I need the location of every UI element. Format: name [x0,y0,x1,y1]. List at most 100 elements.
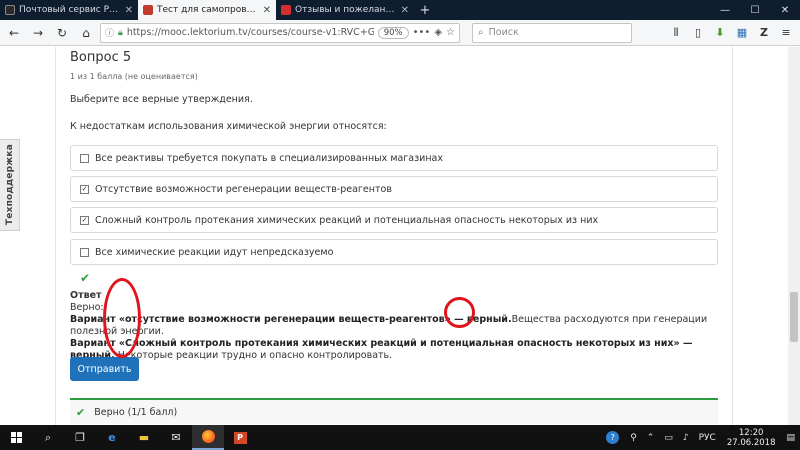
window-controls: — ☐ ✕ [710,0,800,20]
tab-label: Тест для самопроверки | 2.3. [157,5,259,15]
task-view-button[interactable]: ❐ [64,425,96,450]
forward-arrow-icon[interactable]: → [28,23,48,43]
search-input[interactable] [488,27,609,38]
page-scrollbar[interactable] [788,47,800,425]
edge-taskbar-button[interactable]: e [96,425,128,450]
choice-option[interactable]: ✓ Отсутствие возможности регенерации вещ… [70,176,718,202]
answer-variant-2-text: Некоторые реакции трудно и опасно контро… [117,350,393,361]
reload-icon[interactable]: ↻ [52,23,72,43]
correct-check-icon: ✔ [80,271,91,285]
question-instruction: Выберите все верные утверждения. [70,94,253,105]
page-actions-icon[interactable]: ••• [413,27,431,38]
minimize-button[interactable]: — [710,0,740,20]
navigation-bar: ← → ↻ ⌂ ⓘ 🔒︎ https://mooc.lektorium.tv/c… [0,20,800,46]
choice-option[interactable]: Все химические реакции идут непредсказуе… [70,239,718,265]
close-tab-icon[interactable]: ✕ [263,5,271,16]
clock-date: 27.06.2018 [726,437,776,448]
submit-button[interactable]: Отправить [70,357,139,381]
choice-label: Отсутствие возможности регенерации вещес… [95,183,392,195]
tab-feedback[interactable]: Отзывы и пожелания | Лекто ✕ [276,0,414,20]
sidebar-icon[interactable]: ▯ [688,23,708,43]
tab-label: Почтовый сервис РХТУ им. Д [19,5,121,15]
content-border-right [732,47,733,425]
tab-self-test[interactable]: Тест для самопроверки | 2.3. ✕ [138,0,276,20]
pocket-icon[interactable]: ◈ [434,27,442,38]
scrollbar-thumb[interactable] [790,292,798,342]
menu-icon[interactable]: ≡ [776,23,796,43]
network-icon[interactable]: ▭ [659,433,678,443]
show-hidden-icons-icon[interactable]: ⌃ [642,433,660,443]
clock[interactable]: 12:20 27.06.2018 [721,428,782,448]
download-icon[interactable]: ⬇ [710,23,730,43]
support-side-tab[interactable]: Техподдержка [0,139,20,231]
checkbox-checked[interactable]: ✓ [80,184,89,194]
question-title: Вопрос 5 [70,50,132,65]
close-window-button[interactable]: ✕ [770,0,800,20]
url-text[interactable]: https://mooc.lektorium.tv/courses/course… [127,27,374,38]
tab-mail[interactable]: Почтовый сервис РХТУ им. Д ✕ [0,0,138,20]
explorer-taskbar-button[interactable]: ▬ [128,425,160,450]
maximize-button[interactable]: ☐ [740,0,770,20]
mail-taskbar-button[interactable]: ✉ [160,425,192,450]
answer-explanation: Ответ Верно: Вариант «отсутствие возможн… [70,290,726,362]
choice-option[interactable]: ✓ Сложный контроль протекания химических… [70,207,718,233]
firefox-taskbar-button[interactable] [192,425,224,450]
feedback-favicon-icon [281,5,291,15]
search-taskbar-button[interactable]: ⌕ [32,425,64,450]
home-icon[interactable]: ⌂ [76,23,96,43]
close-tab-icon[interactable]: ✕ [125,5,133,16]
close-tab-icon[interactable]: ✕ [401,5,409,16]
search-icon: ⌕ [478,27,484,38]
windows-taskbar: ⌕ ❐ e ▬ ✉ P ? ⚲ ⌃ ▭ ♪ РУС 12:20 27.06.20… [0,425,800,450]
new-tab-button[interactable]: + [414,0,436,20]
powerpoint-icon: P [233,431,247,444]
choice-label: Сложный контроль протекания химических р… [95,214,599,226]
answer-variant-1: Вариант «отсутствие возможности регенера… [70,314,512,325]
volume-icon[interactable]: ♪ [678,433,694,443]
address-bar[interactable]: ⓘ 🔒︎ https://mooc.lektorium.tv/courses/c… [100,22,460,43]
answer-heading: Ответ [70,290,102,301]
content-border-left [55,47,56,425]
info-icon[interactable]: ⓘ [105,26,114,39]
choice-option[interactable]: Все реактивы требуется покупать в специа… [70,145,718,171]
choice-label: Все химические реакции идут непредсказуе… [95,246,334,258]
search-icon: ⌕ [44,430,52,444]
people-icon[interactable]: ⚲ [625,433,642,443]
back-arrow-icon[interactable]: ← [4,23,24,43]
zoom-level[interactable]: 90% [377,26,409,39]
powerpoint-taskbar-button[interactable]: P [224,425,256,450]
clock-time: 12:20 [738,427,764,438]
folder-icon: ▬ [138,431,150,444]
checkbox[interactable] [80,153,89,163]
choice-label: Все реактивы требуется покупать в специа… [95,152,444,164]
support-side-tab-label: Техподдержка [4,144,15,226]
lock-icon[interactable]: 🔒︎ [118,28,123,38]
lektorium-favicon-icon [143,5,153,15]
zotero-icon[interactable]: Z [754,23,774,43]
answer-correct-label: Верно: [70,302,104,313]
mail-icon: ✉ [171,431,181,444]
task-view-icon: ❐ [75,431,85,444]
page-viewport: Техподдержка Вопрос 5 1 из 1 балла (не о… [0,47,800,425]
mail-favicon-icon [5,5,15,15]
search-box[interactable]: ⌕ [472,22,632,43]
browser-tab-strip: Почтовый сервис РХТУ им. Д ✕ Тест для са… [0,0,800,20]
extension-grid-icon[interactable]: ▦ [732,23,752,43]
checkbox-checked[interactable]: ✓ [80,215,89,225]
bookmark-star-icon[interactable]: ☆ [446,27,455,38]
language-indicator[interactable]: РУС [694,433,721,443]
help-icon[interactable]: ? [606,431,620,444]
tab-label: Отзывы и пожелания | Лекто [295,5,397,15]
status-check-icon: ✔ [76,405,86,419]
edge-icon: e [108,431,116,444]
question-text: К недостаткам использования химической э… [70,121,387,132]
checkbox[interactable] [80,247,89,257]
question-score: 1 из 1 балла (не оценивается) [70,72,198,81]
library-icon[interactable]: ⫴ [666,23,686,43]
status-text: Верно (1/1 балл) [94,406,178,418]
toolbar-icons: ⫴ ▯ ⬇ ▦ Z ≡ [666,23,796,43]
start-button[interactable] [0,425,32,450]
firefox-icon [201,430,215,443]
status-notification: ✔ Верно (1/1 балл) [70,398,718,424]
notifications-icon[interactable]: ▤ [781,433,800,443]
